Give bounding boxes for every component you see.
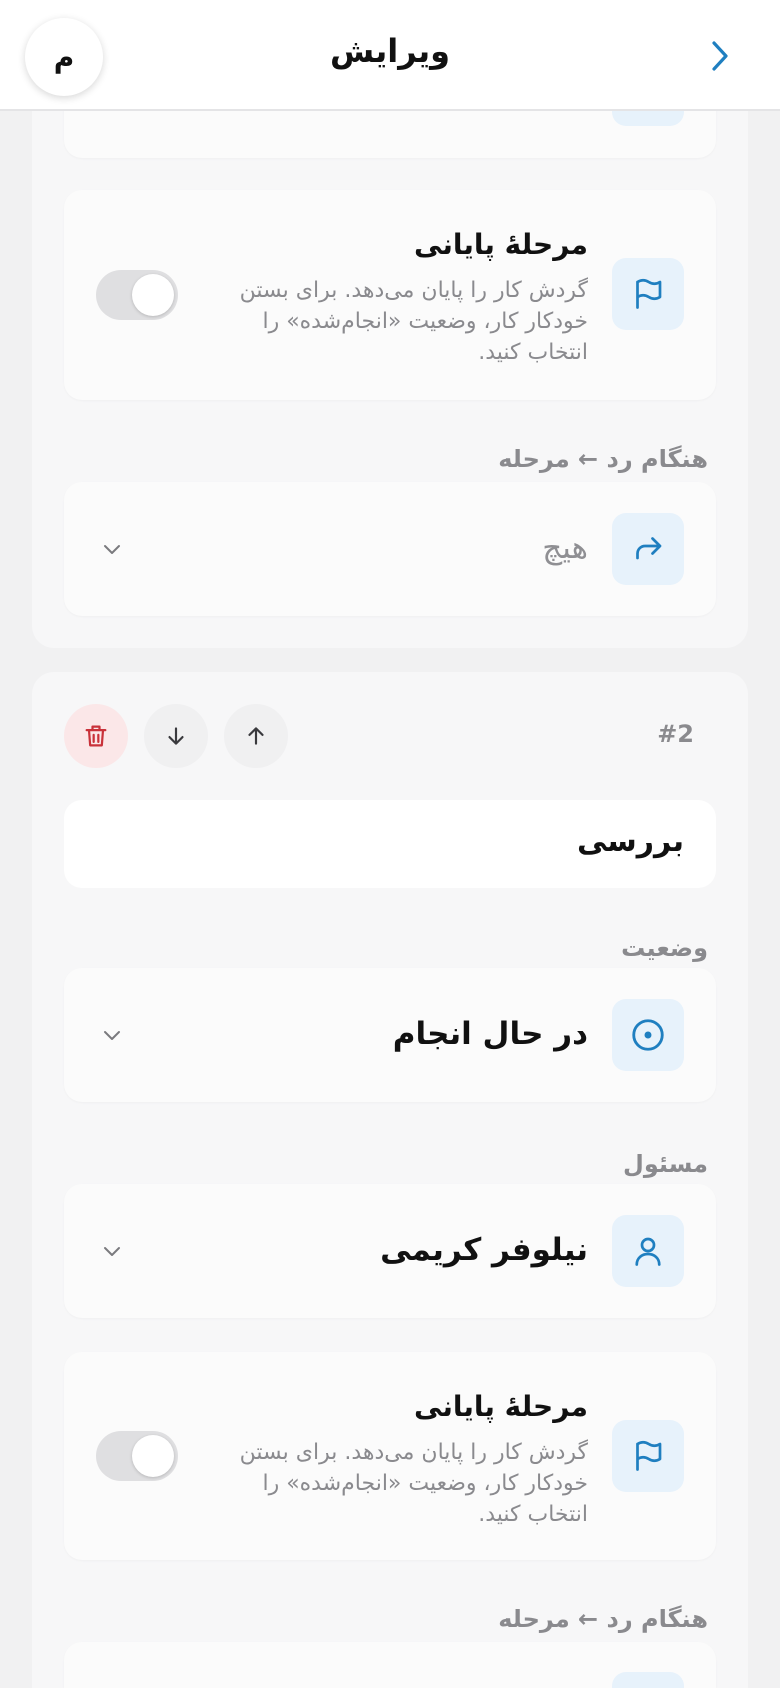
- step2-final-description: گردش کار را پایان می‌دهد. برای بستن خودک…: [239, 1440, 588, 1527]
- step2-reject-icon-box: [612, 1672, 684, 1688]
- step2-final-title: مرحلهٔ پایانی: [414, 1390, 588, 1423]
- step-name-value: بررسی: [576, 824, 684, 859]
- step2-reject-select[interactable]: [64, 1642, 716, 1688]
- step2-final-icon-box: [612, 1420, 684, 1492]
- avatar[interactable]: م: [25, 18, 103, 96]
- arrow-up-icon: [248, 727, 264, 745]
- status-select[interactable]: در حال انجام: [64, 968, 716, 1102]
- status-label: وضعیت: [621, 934, 708, 962]
- step2-reject-label: هنگام رد ← مرحله: [498, 1605, 708, 1633]
- status-icon-box: [612, 999, 684, 1071]
- step-name-input[interactable]: بررسی: [64, 800, 716, 888]
- move-down-button[interactable]: [144, 704, 208, 768]
- step1-final-toggle[interactable]: [96, 270, 178, 320]
- step1-final-icon-box: [612, 258, 684, 330]
- flag-icon: [636, 1440, 662, 1471]
- chevron-down-icon: [98, 1021, 126, 1049]
- step1-reject-select[interactable]: هیچ: [64, 482, 716, 616]
- step1-reject-label: هنگام رد ← مرحله: [498, 445, 708, 473]
- step2-final-step-row: مرحلهٔ پایانی گردش کار را پایان می‌دهد. …: [64, 1352, 716, 1560]
- toggle-knob: [132, 1435, 174, 1477]
- assignee-icon-box: [612, 1215, 684, 1287]
- assignee-select[interactable]: نیلوفر کریمی: [64, 1184, 716, 1318]
- move-up-button[interactable]: [224, 704, 288, 768]
- flag-icon: [636, 278, 662, 309]
- step-number: #2: [657, 720, 694, 748]
- page-title: ویرایش: [329, 32, 451, 70]
- status-value: در حال انجام: [392, 1016, 588, 1052]
- step1-reject-value: هیچ: [542, 530, 588, 566]
- delete-step-button[interactable]: [64, 704, 128, 768]
- redo-arrow-icon: [636, 537, 662, 560]
- step1-final-description: گردش کار را پایان می‌دهد. برای بستن خودک…: [239, 278, 588, 365]
- assignee-value: نیلوفر کریمی: [380, 1232, 588, 1268]
- app-header: ویرایش م: [0, 0, 780, 111]
- step1-final-title: مرحلهٔ پایانی: [414, 228, 588, 261]
- user-icon: [635, 1237, 661, 1266]
- assignee-label: مسئول: [623, 1150, 708, 1178]
- chevron-down-icon: [98, 535, 126, 563]
- step1-final-step-row: مرحلهٔ پایانی گردش کار را پایان می‌دهد. …: [64, 190, 716, 400]
- trash-icon: [85, 725, 107, 747]
- step2-final-toggle[interactable]: [96, 1431, 178, 1481]
- target-circle-icon: [632, 1019, 664, 1051]
- chevron-down-icon: [98, 1237, 126, 1265]
- step1-reject-icon-box: [612, 513, 684, 585]
- arrow-down-icon: [168, 727, 184, 745]
- toggle-knob: [132, 274, 174, 316]
